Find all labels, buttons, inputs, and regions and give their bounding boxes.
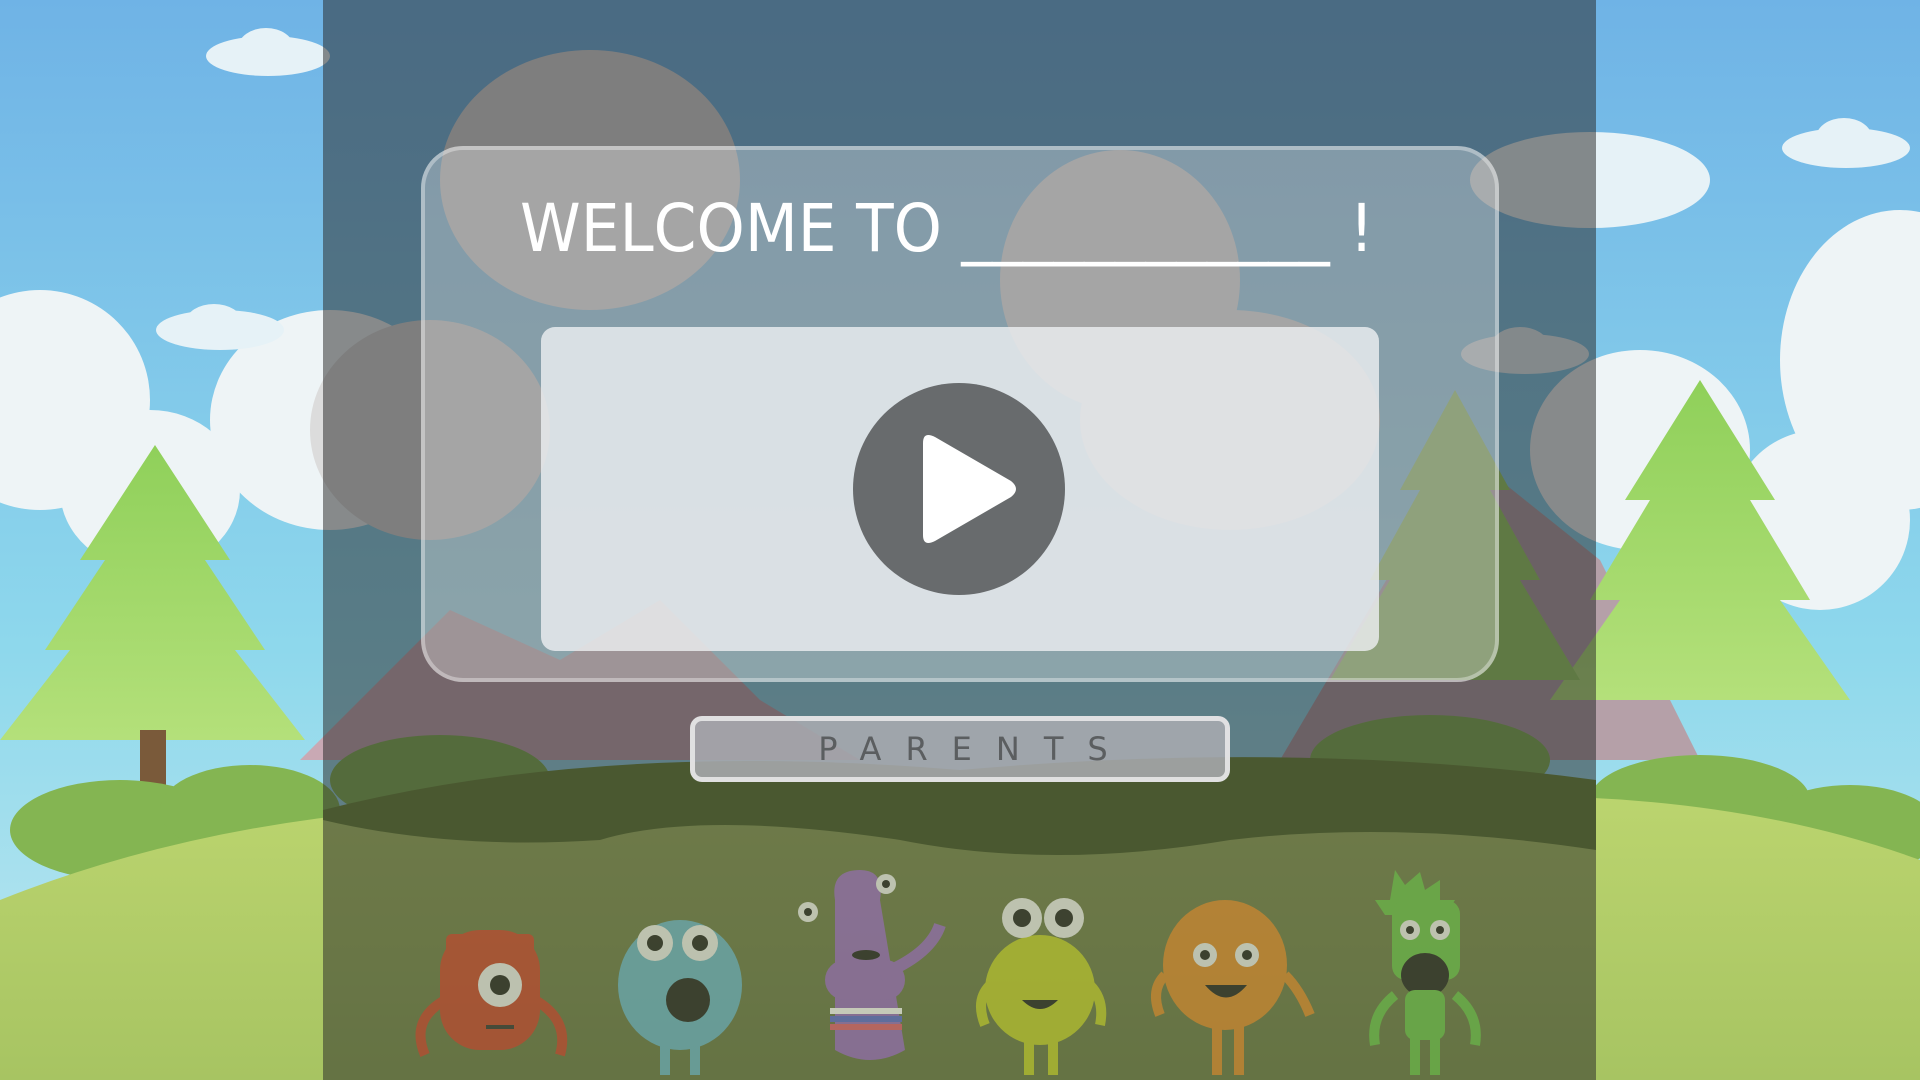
green-monster [1369, 870, 1481, 1075]
welcome-title: WELCOME TO ____________ ! [520, 190, 1374, 267]
purple-monster [798, 870, 946, 1060]
orange-monster [1151, 900, 1315, 1075]
red-monster [415, 930, 568, 1057]
play-icon [923, 435, 1016, 543]
yellow-monster [976, 898, 1107, 1075]
parents-button-label: PARENTS [818, 730, 1132, 768]
parents-button[interactable]: PARENTS [690, 716, 1230, 782]
teal-monster [618, 920, 742, 1075]
play-button[interactable] [853, 383, 1065, 595]
